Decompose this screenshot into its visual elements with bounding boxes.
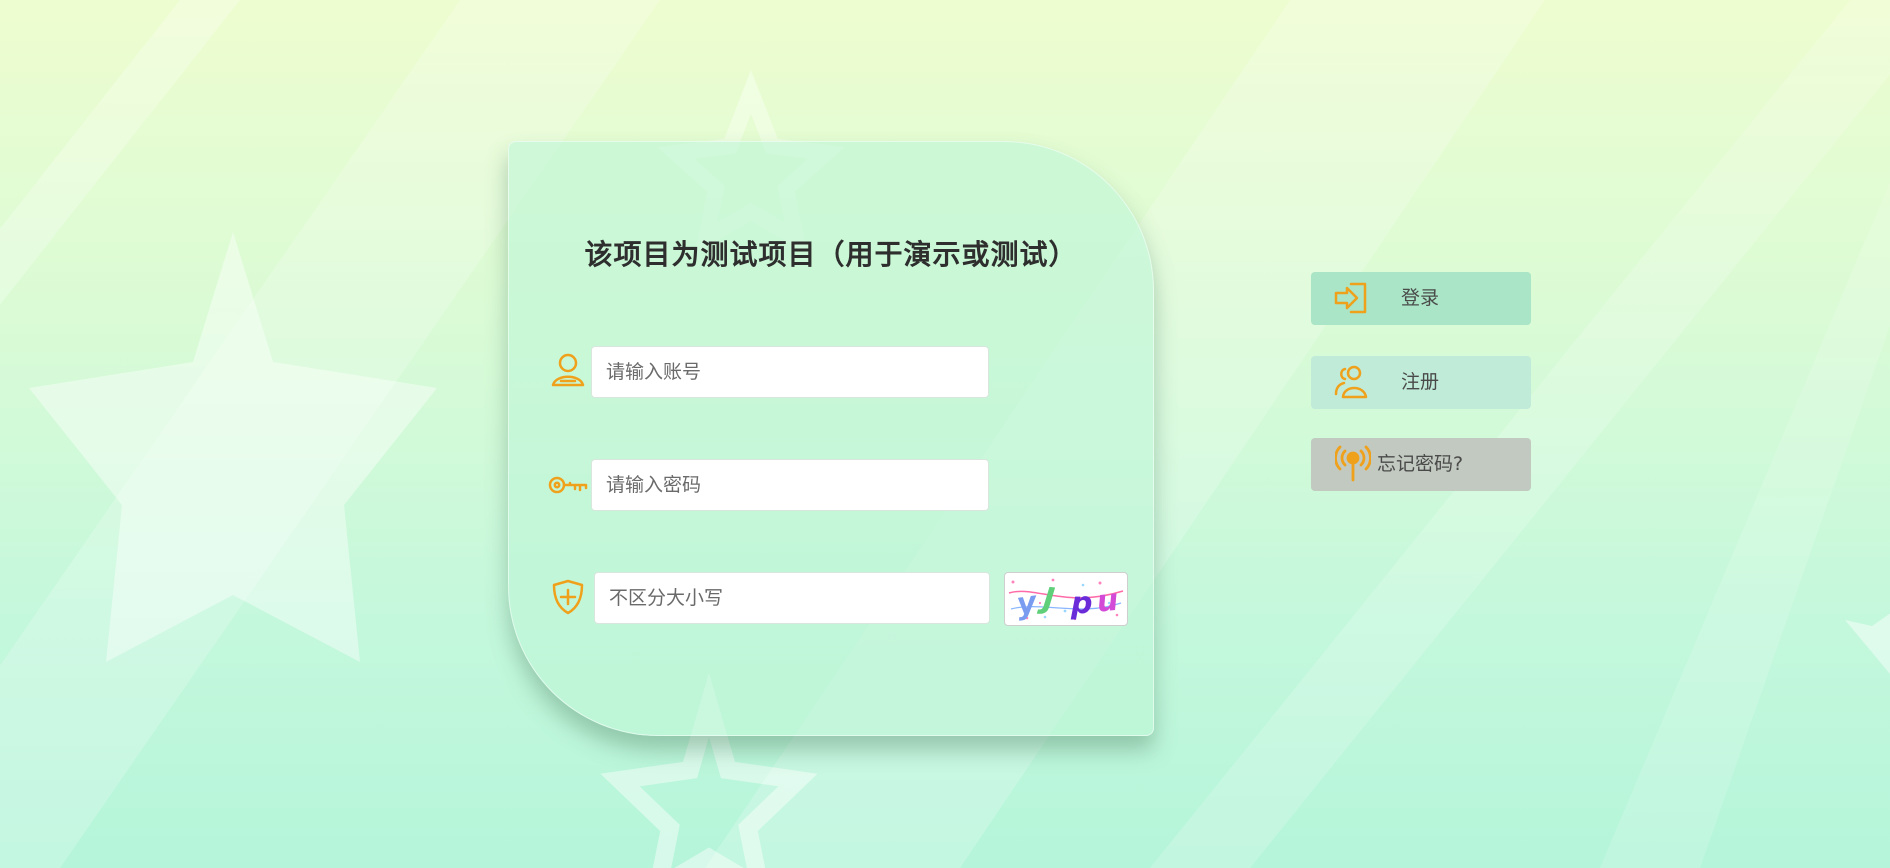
captcha-glyphs: y J p u [1014, 581, 1120, 622]
sign-in-icon [1333, 280, 1369, 316]
pin-signal-icon [1334, 444, 1372, 482]
light-beam [0, 0, 240, 305]
users-icon [1333, 364, 1369, 400]
login-card: 该项目为测试项目（用于演示或测试） 请输入账号 不区分大小写 y J p u [508, 141, 1154, 736]
svg-text:y: y [1014, 585, 1040, 623]
register-button[interactable]: 注册 [1311, 356, 1531, 409]
captcha-image[interactable]: y J p u [1004, 572, 1128, 626]
forgot-password-label: 忘记密码? [1377, 453, 1464, 475]
star-decoration [1845, 613, 1890, 674]
key-icon [548, 465, 588, 505]
form-title: 该项目为测试项目（用于演示或测试） [584, 238, 1078, 271]
password-input[interactable] [591, 459, 989, 511]
svg-text:u: u [1095, 583, 1120, 620]
shield-plus-icon [548, 577, 588, 617]
username-input[interactable] [591, 346, 989, 398]
svg-text:J: J [1037, 581, 1057, 617]
login-button-label: 登录 [1401, 287, 1440, 309]
login-button[interactable]: 登录 [1311, 272, 1531, 325]
forgot-password-button[interactable]: 忘记密码? [1311, 438, 1531, 491]
svg-text:p: p [1070, 586, 1092, 621]
captcha-input[interactable] [594, 572, 990, 624]
register-button-label: 注册 [1401, 371, 1440, 393]
user-icon [548, 351, 588, 391]
